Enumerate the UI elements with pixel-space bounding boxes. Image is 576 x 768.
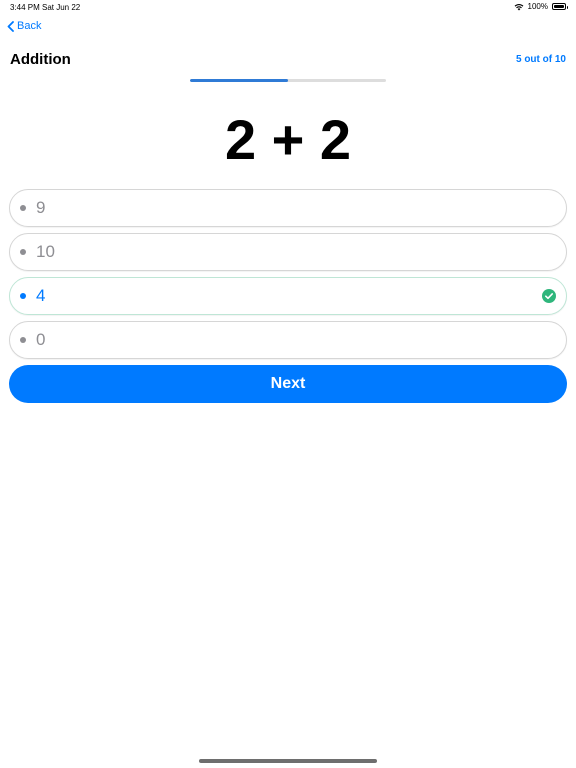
battery-fill xyxy=(554,5,564,8)
progress-bar xyxy=(190,79,386,82)
bullet-icon xyxy=(20,249,26,255)
battery-percent: 100% xyxy=(527,2,548,11)
status-right: 100% xyxy=(514,2,568,11)
answer-option-label: 10 xyxy=(36,242,55,261)
back-button[interactable]: Back xyxy=(7,20,41,32)
answer-option[interactable]: 0 xyxy=(9,321,567,359)
answer-option[interactable]: 10 xyxy=(9,233,567,271)
answer-option[interactable]: 4 xyxy=(9,277,567,315)
progress-fill xyxy=(190,79,288,82)
bullet-icon xyxy=(20,337,26,343)
page-title: Addition xyxy=(10,51,71,68)
answer-options: 9 10 4 0 xyxy=(9,189,567,365)
chevron-left-icon xyxy=(7,20,14,32)
status-date: Sat Jun 22 xyxy=(42,3,81,12)
status-bar: 3:44 PM Sat Jun 22 100% xyxy=(0,0,576,14)
status-time: 3:44 PM xyxy=(10,3,40,12)
next-button[interactable]: Next xyxy=(9,365,567,403)
question-text: 2 + 2 xyxy=(224,108,352,171)
answer-option-label: 4 xyxy=(36,286,46,305)
answer-option[interactable]: 9 xyxy=(9,189,567,227)
checkmark-circle-icon xyxy=(542,289,556,303)
answer-option-label: 0 xyxy=(36,330,46,349)
wifi-icon xyxy=(514,3,524,11)
progress-label: 5 out of 10 xyxy=(515,54,566,65)
home-indicator[interactable] xyxy=(199,759,377,763)
bullet-icon xyxy=(20,293,26,299)
battery-icon xyxy=(552,3,568,10)
back-label: Back xyxy=(17,20,42,32)
answer-option-label: 9 xyxy=(36,198,46,217)
quiz-screen: 3:44 PM Sat Jun 22 100% Back Addition 5 … xyxy=(0,0,576,768)
bullet-icon xyxy=(20,205,26,211)
